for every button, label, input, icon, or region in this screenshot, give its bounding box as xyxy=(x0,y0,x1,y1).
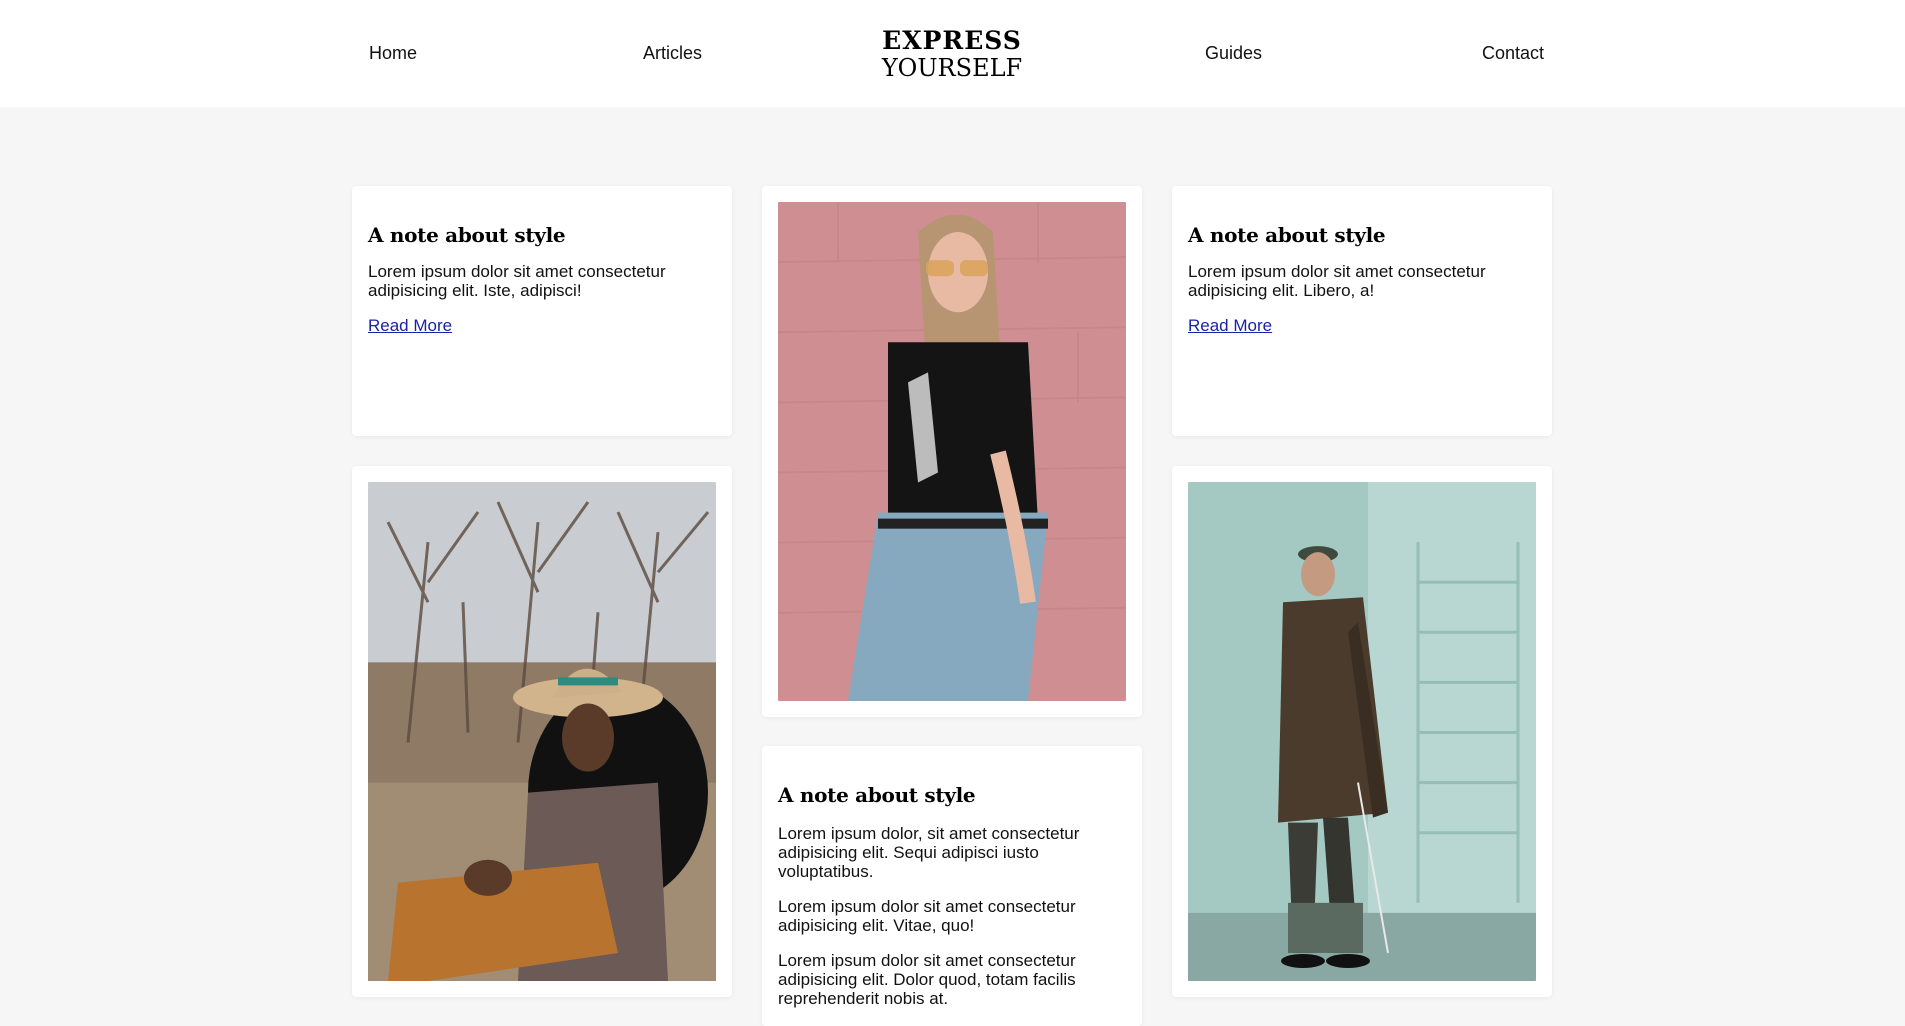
nav-home-link[interactable]: Home xyxy=(369,43,417,64)
nav-guides-link[interactable]: Guides xyxy=(1205,43,1262,64)
logo-line-express: EXPRESS xyxy=(882,26,1022,55)
logo-line-yourself: YOURSELF xyxy=(881,54,1023,82)
photo-woman-hat xyxy=(368,482,716,981)
note-card-text: Lorem ipsum dolor sit amet consectetur a… xyxy=(1188,262,1486,300)
note-card-paragraph: Lorem ipsum dolor sit amet consectetur a… xyxy=(778,951,1076,1008)
photo-card-hat xyxy=(352,466,732,997)
woman-pink-wall-image xyxy=(778,202,1126,701)
note-card-title: A note about style xyxy=(778,783,976,807)
site-header: Home Articles EXPRESS YOURSELF Guides Co… xyxy=(0,0,1905,107)
note-card-text: Lorem ipsum dolor sit amet consectetur a… xyxy=(368,262,666,300)
note-card-title: A note about style xyxy=(368,223,566,247)
man-coat-image xyxy=(1188,482,1536,981)
note-card-paragraph: Lorem ipsum dolor sit amet consectetur a… xyxy=(778,897,1076,935)
read-more-link[interactable]: Read More xyxy=(368,316,452,336)
photo-card-coat xyxy=(1172,466,1552,997)
read-more-link[interactable]: Read More xyxy=(1188,316,1272,336)
note-card-2: A note about style Lorem ipsum dolor sit… xyxy=(1172,186,1552,436)
note-card-3: A note about style Lorem ipsum dolor, si… xyxy=(762,746,1142,1026)
note-card-1: A note about style Lorem ipsum dolor sit… xyxy=(352,186,732,436)
nav-contact-link[interactable]: Contact xyxy=(1482,43,1544,64)
nav-articles-link[interactable]: Articles xyxy=(643,43,702,64)
photo-woman-pink-wall xyxy=(778,202,1126,701)
note-card-title: A note about style xyxy=(1188,223,1386,247)
photo-card-pink-wall xyxy=(762,186,1142,717)
note-card-paragraph: Lorem ipsum dolor, sit amet consectetur … xyxy=(778,824,1080,881)
woman-hat-image xyxy=(368,482,716,981)
site-logo[interactable]: EXPRESS YOURSELF xyxy=(852,28,1052,80)
photo-man-coat xyxy=(1188,482,1536,981)
